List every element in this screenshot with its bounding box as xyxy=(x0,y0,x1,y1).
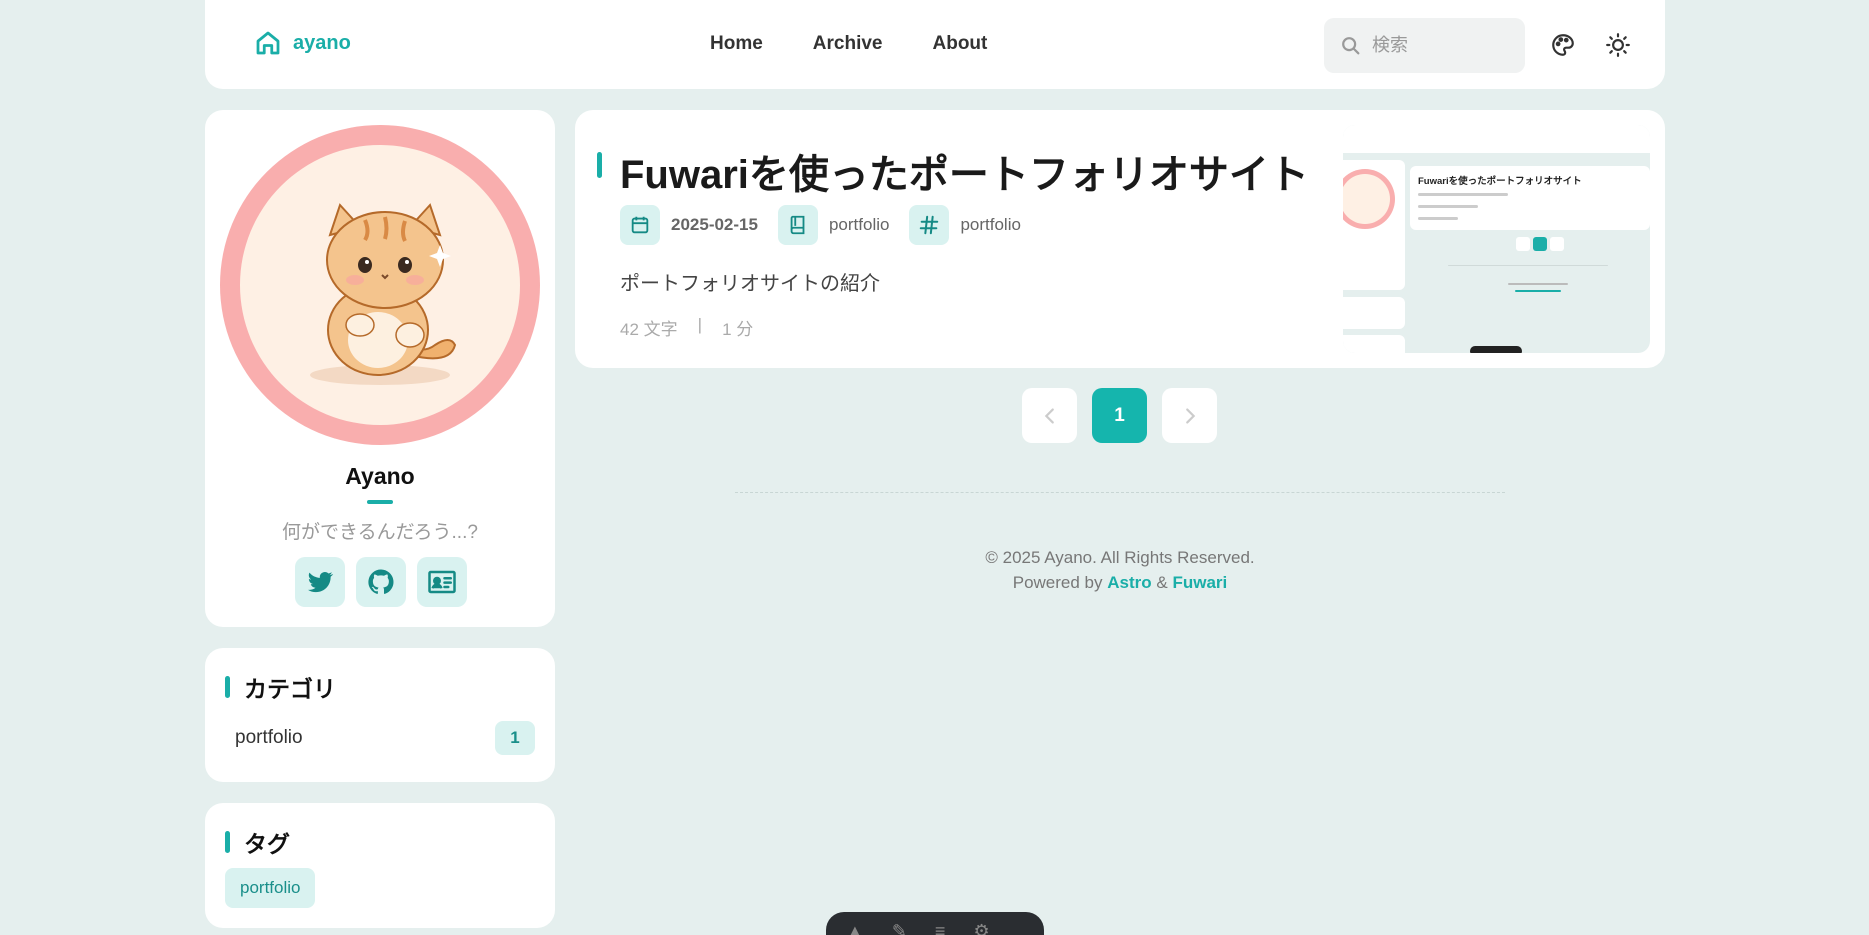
github-link[interactable] xyxy=(356,557,406,607)
footer-divider xyxy=(735,492,1505,493)
avatar[interactable] xyxy=(220,125,540,445)
nav-about[interactable]: About xyxy=(933,33,988,55)
prev-page-button[interactable] xyxy=(1022,388,1077,443)
post-category-text: portfolio xyxy=(828,215,890,234)
post-card: Fuwariを使ったポートフォリオサイト 2025-02-15 portfoli… xyxy=(575,110,1665,368)
post-category-link[interactable]: portfolio xyxy=(777,205,890,245)
social-links xyxy=(295,557,467,607)
profile-card: Ayano 何ができるんだろう...? xyxy=(205,110,555,627)
fuwari-link[interactable]: Fuwari xyxy=(1172,573,1227,592)
github-icon xyxy=(368,569,394,594)
twitter-icon xyxy=(308,571,334,593)
post-thumbnail[interactable]: Fuwariを使ったポートフォリオサイト xyxy=(1343,125,1650,353)
post-description: ポートフォリオサイトの紹介 xyxy=(620,273,880,295)
nav-home[interactable]: Home xyxy=(710,33,763,55)
book-icon xyxy=(777,205,818,245)
calendar-icon xyxy=(620,205,660,245)
astro-link[interactable]: Astro xyxy=(1107,573,1151,592)
stats-separator: | xyxy=(697,315,703,334)
search-box[interactable] xyxy=(1324,18,1525,73)
hashtag-icon xyxy=(909,205,950,245)
post-date-text: 2025-02-15 xyxy=(671,215,758,234)
page-1-button[interactable]: 1 xyxy=(1092,388,1147,443)
home-icon xyxy=(256,31,280,55)
post-tag-link[interactable]: portfolio xyxy=(909,205,1021,245)
post-tag-text: portfolio xyxy=(960,215,1021,234)
categories-title: カテゴリ xyxy=(244,676,336,702)
cat-avatar-icon xyxy=(310,203,457,385)
palette-icon xyxy=(1552,34,1574,56)
chevron-left-icon xyxy=(1044,407,1054,424)
brand-name: ayano xyxy=(293,31,351,54)
chevron-right-icon xyxy=(1185,407,1195,424)
copyright-text: © 2025 Ayano. All Rights Reserved. xyxy=(985,548,1255,567)
read-time: 1 分 xyxy=(722,320,754,339)
post-date: 2025-02-15 xyxy=(620,205,758,245)
gear-icon[interactable]: ⚙ xyxy=(973,921,989,935)
sun-icon xyxy=(1606,33,1630,57)
categories-widget: カテゴリ portfolio 1 xyxy=(205,648,555,782)
twitter-link[interactable] xyxy=(295,557,345,607)
amp-text: & xyxy=(1156,573,1168,592)
search-input[interactable] xyxy=(1372,35,1502,56)
word-count: 42 文字 xyxy=(620,320,678,339)
profile-bio: 何ができるんだろう...? xyxy=(282,522,478,543)
theme-color-button[interactable] xyxy=(1547,29,1579,61)
thumbnail-title: Fuwariを使ったポートフォリオサイト xyxy=(1418,176,1582,187)
category-label: portfolio xyxy=(235,727,303,748)
tags-widget: タグ portfolio xyxy=(205,803,555,928)
id-card-icon xyxy=(428,570,456,594)
powered-by: Powered by Astro & Fuwari xyxy=(575,570,1665,595)
post-title-link[interactable]: Fuwariを使ったポートフォリオサイト xyxy=(620,142,1309,200)
category-count-badge: 1 xyxy=(495,721,535,755)
light-mode-button[interactable] xyxy=(1602,29,1634,61)
profile-card-link[interactable] xyxy=(417,557,467,607)
category-item-portfolio[interactable]: portfolio 1 xyxy=(235,720,535,756)
nav-archive[interactable]: Archive xyxy=(813,33,883,55)
floating-toolbar[interactable]: ▲ ✎ ≡ ⚙ xyxy=(826,912,1044,935)
footer: © 2025 Ayano. All Rights Reserved. Power… xyxy=(575,545,1665,595)
post-meta: 2025-02-15 portfolio portfolio xyxy=(620,205,1041,245)
toolbar-icon[interactable]: ≡ xyxy=(935,921,946,935)
main-nav: Home Archive About xyxy=(710,33,1037,55)
navbar: ayano Home Archive About xyxy=(205,0,1665,89)
home-link[interactable]: ayano xyxy=(253,28,351,58)
categories-heading: カテゴリ xyxy=(225,670,336,704)
next-page-button[interactable] xyxy=(1162,388,1217,443)
tags-title: タグ xyxy=(244,831,290,857)
search-icon xyxy=(1342,36,1360,54)
tag-chip-portfolio[interactable]: portfolio xyxy=(225,868,316,908)
title-accent-bar xyxy=(597,152,602,178)
powered-prefix: Powered by xyxy=(1012,573,1103,592)
name-underline xyxy=(367,500,393,504)
post-stats: 42 文字 | 1 分 xyxy=(620,315,753,340)
tags-heading: タグ xyxy=(225,825,290,859)
profile-name: Ayano xyxy=(345,463,415,489)
toolbar-icon[interactable]: ▲ xyxy=(846,921,864,935)
toolbar-icon[interactable]: ✎ xyxy=(892,921,907,935)
